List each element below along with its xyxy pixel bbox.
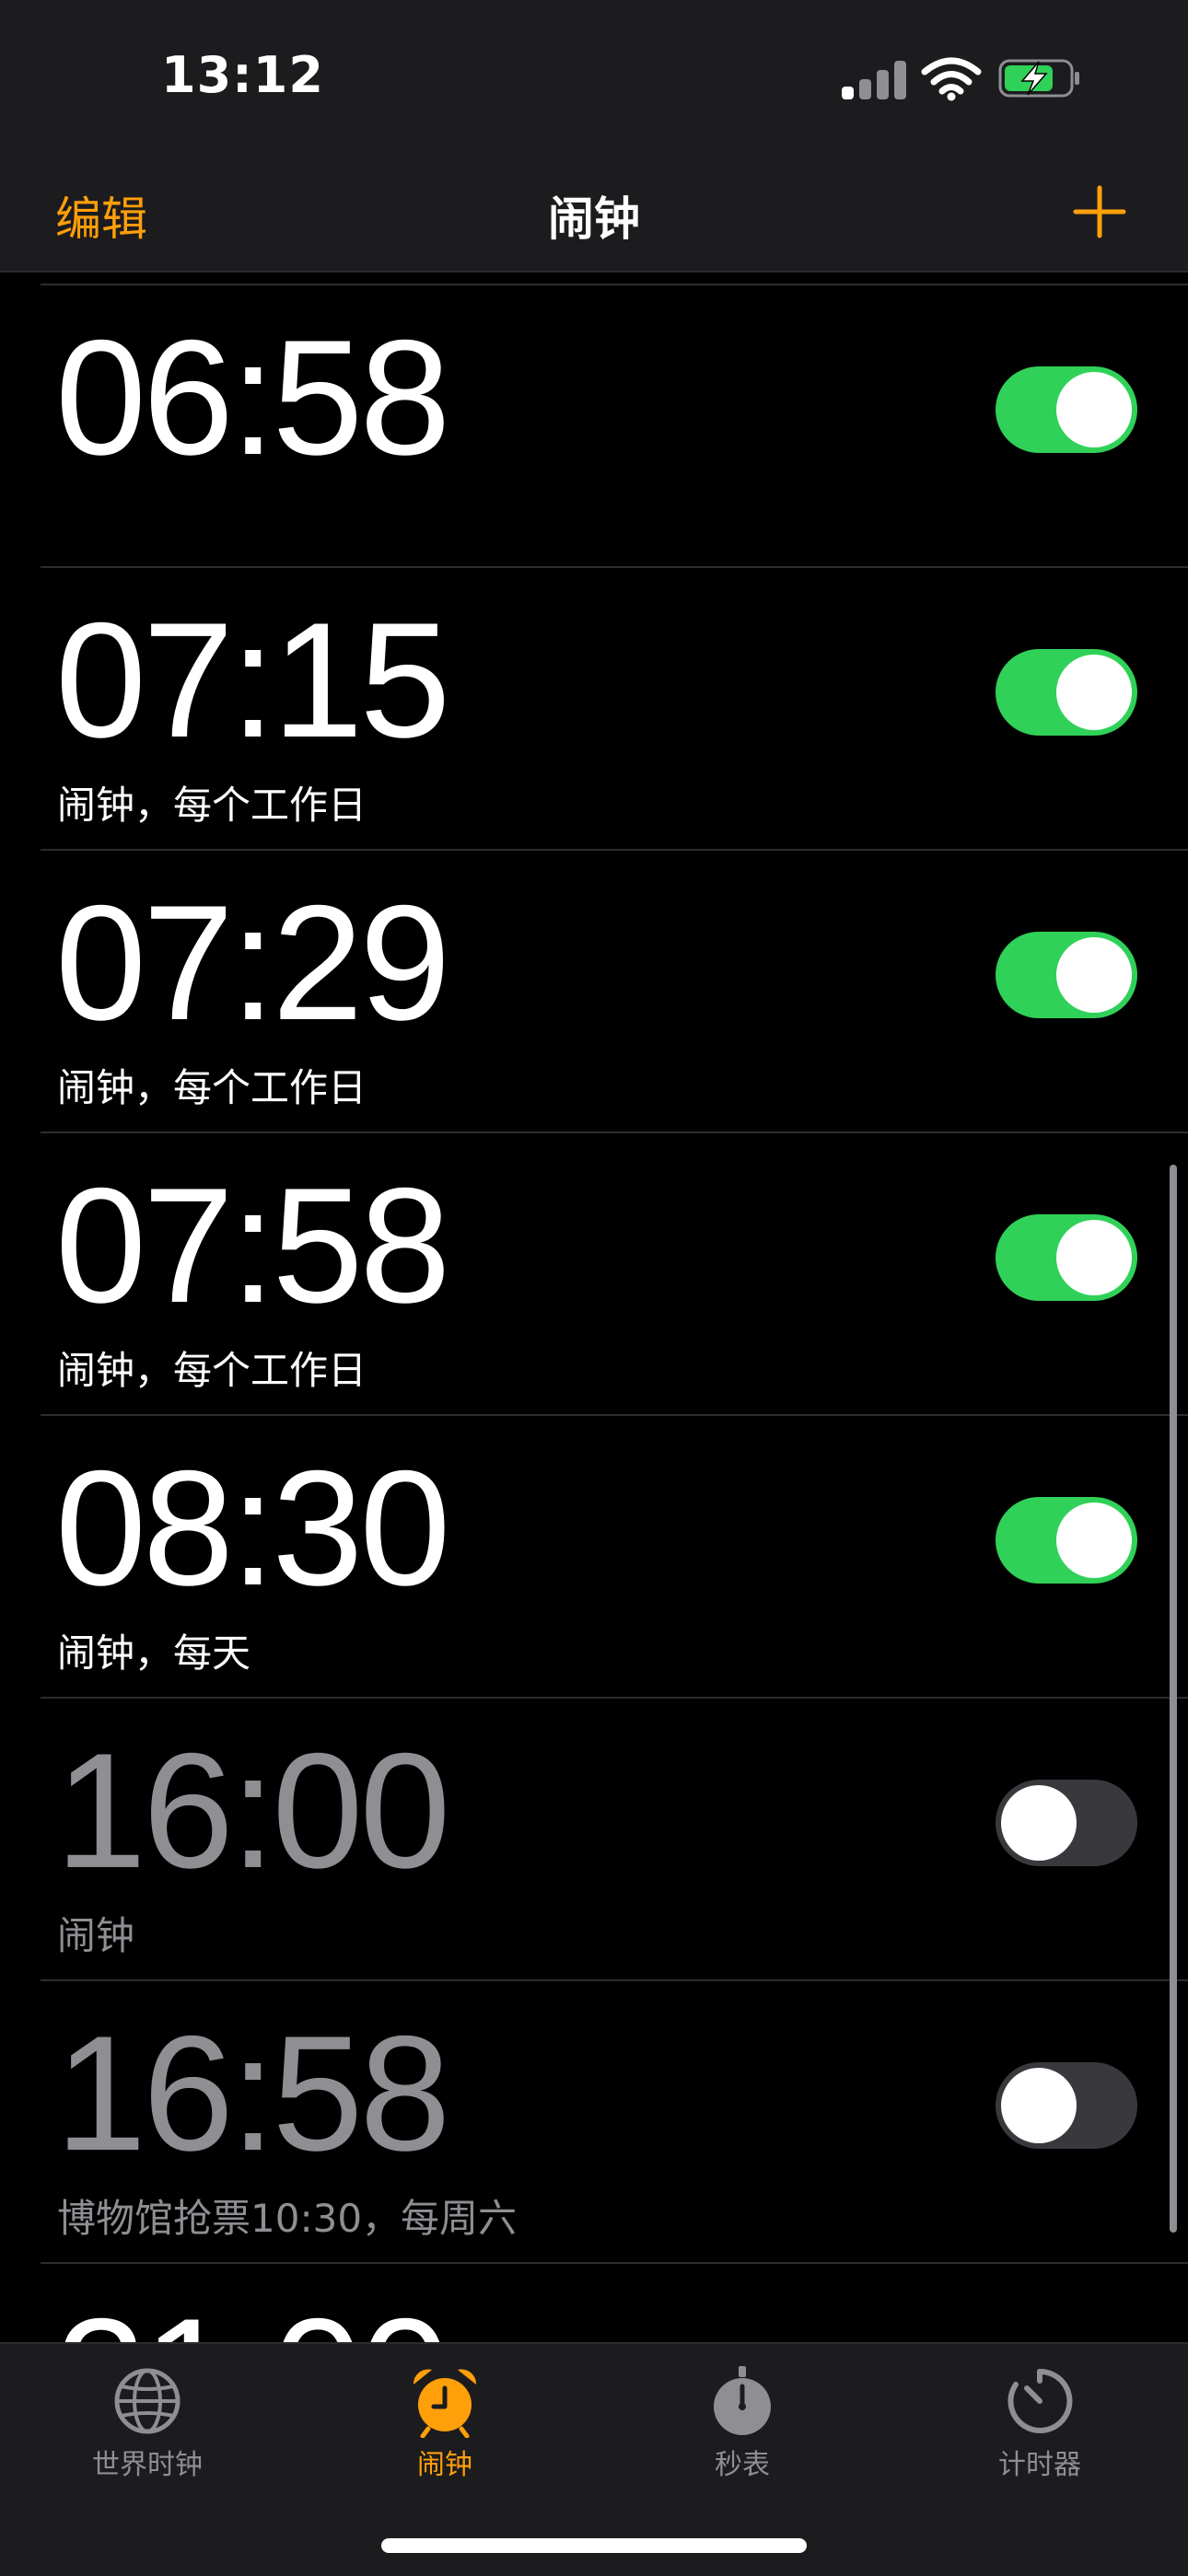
alarm-row-0658[interactable]: 06:58 (41, 284, 1188, 566)
alarm-label: 博物馆抢票10:30，每周六 (57, 2196, 518, 2241)
alarm-list[interactable]: 06:58 07:15 闹钟，每个工作日 07:29 闹钟，每个工作日 07:5… (0, 271, 1188, 2342)
alarm-row-0830[interactable]: 08:30 闹钟，每天 (41, 1414, 1188, 1697)
alarm-row-2100[interactable]: 21:00 (41, 2262, 1188, 2342)
alarm-row-0715[interactable]: 07:15 闹钟，每个工作日 (41, 566, 1188, 849)
tab-label: 秒表 (715, 2449, 770, 2481)
alarm-time: 16:58 (55, 2002, 450, 2185)
timer-icon (1007, 2368, 1073, 2433)
alarm-label: 闹钟，每个工作日 (57, 783, 367, 828)
tab-label: 闹钟 (417, 2449, 472, 2481)
toggle-knob (1056, 937, 1132, 1013)
alarm-label: 闹钟，每个工作日 (57, 1348, 367, 1393)
tab-world-clock[interactable]: 世界时钟 (37, 2364, 258, 2482)
alarm-row-1658[interactable]: 16:58 博物馆抢票10:30，每周六 (41, 1979, 1188, 2262)
alarm-label: 闹钟，每个工作日 (57, 1065, 367, 1110)
toggle-knob (1056, 1220, 1132, 1295)
toggle-knob (1056, 1503, 1132, 1578)
alarm-toggle[interactable] (996, 932, 1137, 1018)
tab-stopwatch[interactable]: 秒表 (632, 2364, 853, 2482)
alarm-toggle[interactable] (996, 366, 1137, 453)
alarm-time: 06:58 (55, 306, 450, 489)
tab-label: 计时器 (998, 2449, 1081, 2481)
alarm-label: 闹钟，每天 (57, 1630, 251, 1676)
alarm-time: 07:15 (55, 588, 450, 772)
alarm-toggle[interactable] (996, 2062, 1137, 2149)
alarm-time: 21:00 (55, 2284, 450, 2342)
wifi-icon (921, 57, 982, 101)
header: 13:12 编辑 闹钟 (0, 0, 1188, 273)
alarm-row-0729[interactable]: 07:29 闹钟，每个工作日 (41, 849, 1188, 1131)
cellular-signal-icon (842, 59, 906, 99)
scrollbar[interactable] (1170, 1165, 1177, 2233)
toggle-knob (1056, 655, 1132, 730)
alarm-time: 07:58 (55, 1154, 450, 1337)
status-time: 13:12 (161, 46, 324, 104)
toggle-knob (1056, 372, 1132, 447)
alarm-row-0758[interactable]: 07:58 闹钟，每个工作日 (41, 1131, 1188, 1414)
plus-icon[interactable] (1070, 182, 1129, 241)
alarm-time: 16:00 (55, 1719, 450, 1902)
battery-charging-icon (998, 59, 1079, 98)
tab-timer[interactable]: 计时器 (929, 2364, 1150, 2482)
alarm-toggle[interactable] (996, 1497, 1137, 1584)
toggle-knob (1001, 1785, 1077, 1861)
alarm-toggle[interactable] (996, 1780, 1137, 1866)
tab-label: 世界时钟 (92, 2449, 203, 2481)
alarm-time: 08:30 (55, 1436, 450, 1619)
alarm-toggle[interactable] (996, 1214, 1137, 1301)
alarm-time: 07:29 (55, 871, 450, 1054)
alarm-label: 闹钟 (57, 1913, 135, 1958)
stopwatch-icon (714, 2366, 771, 2435)
page-title: 闹钟 (548, 192, 640, 246)
alarm-toggle[interactable] (996, 649, 1137, 736)
home-indicator[interactable] (381, 2538, 807, 2553)
alarm-row-1600[interactable]: 16:00 闹钟 (41, 1697, 1188, 1979)
tab-alarm[interactable]: 闹钟 (334, 2364, 555, 2482)
alarm-clock-icon (413, 2369, 477, 2438)
globe-icon (114, 2368, 181, 2434)
toggle-knob (1001, 2068, 1077, 2143)
